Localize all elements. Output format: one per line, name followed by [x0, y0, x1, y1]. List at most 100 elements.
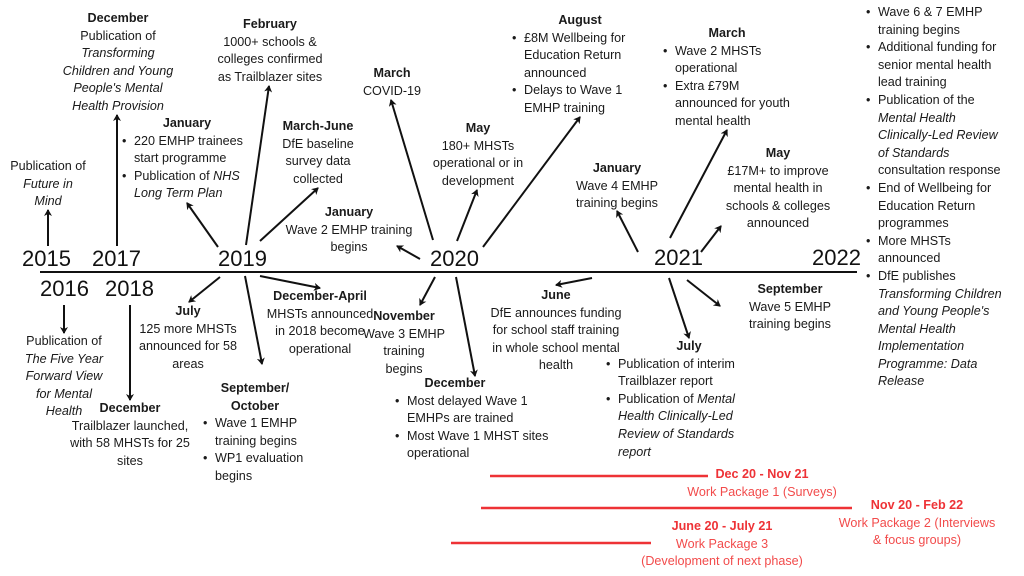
- arrow: [669, 129, 728, 239]
- event-text: announced for youth: [675, 96, 790, 111]
- event-0: Publication of Future in Mind: [10, 158, 86, 211]
- event-month: July: [676, 339, 702, 353]
- event-line: operational: [675, 60, 790, 78]
- event-21: July Publication of interim Trailblazer re…: [606, 338, 735, 461]
- event-text: begins: [330, 240, 368, 255]
- event-text: Trailblazer launched,: [71, 418, 189, 433]
- event-text: training begins: [576, 196, 658, 211]
- event-line: schools & colleges: [726, 198, 830, 216]
- event-text: training begins: [215, 433, 297, 448]
- event-bullet: DfE publishes Transforming Children and Yo…: [866, 268, 1002, 391]
- event-line: Publication of Mental: [618, 391, 735, 409]
- event-line: Education Return: [524, 47, 625, 65]
- event-text: Trailblazer report: [618, 374, 713, 389]
- event-text: Health Provision: [72, 98, 164, 113]
- event-bullet: Publication of the Mental Health Clinicall…: [866, 92, 1002, 180]
- event-text: operational: [407, 446, 470, 461]
- event-text: of Standards: [878, 145, 950, 160]
- event-bullet: Wave 6 & 7 EMHP training begins: [866, 4, 1002, 39]
- event-15: July 125 more MHSTs announced for 58 areas: [139, 303, 237, 373]
- event-month: January: [162, 116, 212, 130]
- event-line: EMHPs are trained: [407, 410, 548, 428]
- event-line: Review of Standards: [618, 426, 735, 444]
- event-text: in 2018 become: [275, 324, 365, 339]
- event-text: senior mental health: [878, 57, 992, 72]
- event-text: Transforming Children: [878, 286, 1002, 301]
- event-line: People's Mental: [63, 80, 173, 98]
- event-text: Wave 5 EMHP: [748, 299, 832, 314]
- event-line: operational: [267, 341, 373, 359]
- event-8: August £8M Wellbeing for Education Return a…: [512, 12, 625, 118]
- event-text: operational or in: [432, 156, 524, 171]
- year-2017: 2017: [92, 246, 141, 271]
- event-line: Extra £79M: [675, 78, 790, 96]
- event-text: People's Mental: [73, 81, 163, 96]
- event-bullet: Publication of NHSLong Term Plan: [122, 168, 243, 203]
- event-line: in whole school mental: [491, 340, 622, 358]
- event-line: begins: [286, 239, 413, 257]
- event-10: March Wave 2 MHSTs operational Extra £79M an…: [663, 25, 790, 131]
- event-line: start programme: [134, 150, 243, 168]
- event-month: March: [708, 26, 746, 40]
- event-line: Trailblazer report: [618, 373, 735, 391]
- event-month: February: [243, 17, 297, 31]
- event-text: EMHP training: [524, 100, 605, 115]
- event-5: March COVID-19: [363, 65, 421, 100]
- event-text: Review of Standards: [618, 426, 735, 441]
- event-text: survey data: [285, 154, 351, 169]
- event-text: Delays to Wave 1: [524, 83, 623, 98]
- event-text: Mind: [34, 194, 62, 209]
- year-2019: 2019: [218, 246, 267, 271]
- event-17: September/ October Wave 1 EMHP training be…: [203, 380, 303, 486]
- arrow: [686, 279, 721, 307]
- event-line: Wave 2 EMHP training: [286, 222, 413, 240]
- year-2022: 2022: [812, 245, 861, 270]
- event-text: DfE baseline: [282, 136, 354, 151]
- event-text: lead training: [878, 75, 947, 90]
- event-text: development: [441, 173, 515, 188]
- event-text: Mental: [697, 391, 735, 406]
- event-line: with 58 MHSTs for 25: [70, 435, 190, 453]
- event-text: begins: [215, 468, 253, 483]
- event-bullet: £8M Wellbeing for Education Return announc…: [512, 30, 625, 83]
- event-line: More MHSTs: [878, 233, 1002, 251]
- event-bullet: WP1 evaluation begins: [203, 450, 303, 485]
- event-month: March: [373, 66, 411, 80]
- event-text: NHS: [213, 168, 240, 183]
- arrow: [616, 210, 639, 253]
- event-bullet: Wave 1 EMHP training begins: [203, 415, 303, 450]
- event-line: programmes: [878, 215, 1002, 233]
- event-line: consultation response: [878, 162, 1002, 180]
- event-text: report: [618, 444, 651, 459]
- work-package-range: June 20 - July 21: [671, 519, 773, 533]
- event-line: Wave 1 EMHP: [215, 415, 303, 433]
- event-line: Publication of: [10, 158, 86, 176]
- event-bullet: 220 EMHP trainees start programme: [122, 133, 243, 168]
- event-text: for Mental: [35, 386, 92, 401]
- event-text: Publication of: [26, 334, 102, 348]
- event-text: £8M Wellbeing for: [524, 30, 626, 45]
- work-package-label: Work Package 3: [675, 536, 769, 551]
- event-text: EMHPs are trained: [407, 411, 514, 426]
- event-text: mental health: [675, 113, 751, 128]
- event-month: December: [87, 11, 149, 25]
- work-package-label: Work Package 1 (Surveys): [687, 484, 837, 499]
- event-text: Children and Young: [62, 63, 174, 78]
- arrow: [455, 276, 478, 377]
- event-text: Additional funding for: [878, 40, 997, 55]
- event-text: for school staff training: [492, 323, 620, 338]
- event-22: September Wave 5 EMHP training begins: [749, 281, 831, 334]
- event-line: survey data: [282, 153, 353, 171]
- work-package-2: Nov 20 - Feb 22 Work Package 2 (Interview…: [839, 497, 996, 550]
- event-text: programmes: [878, 216, 949, 231]
- work-package-1: Dec 20 - Nov 21 Work Package 1 (Surveys): [687, 466, 837, 501]
- event-text: Wave 6 & 7 EMHP: [878, 5, 983, 19]
- event-line: Publication of interim: [618, 356, 735, 374]
- arrow: [244, 275, 265, 365]
- event-line: Health Clinically-Led: [618, 408, 735, 426]
- event-text: training begins: [749, 317, 831, 332]
- event-line: End of Wellbeing for: [878, 180, 1002, 198]
- event-bullet: End of Wellbeing for Education Return prog…: [866, 180, 1002, 233]
- event-line: mental health: [675, 113, 790, 131]
- event-line: training: [363, 343, 445, 361]
